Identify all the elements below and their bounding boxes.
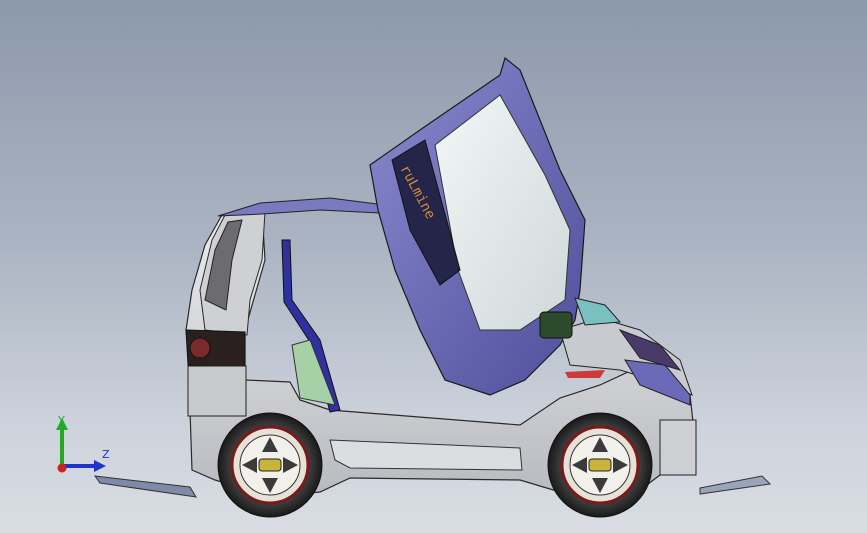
- side-indicator: [565, 370, 605, 378]
- y-axis-label: Y: [57, 414, 65, 427]
- z-axis-arrow: [94, 460, 106, 472]
- rear-bumper: [187, 365, 247, 417]
- z-axis-label: Z: [102, 448, 110, 461]
- windshield: [574, 297, 622, 326]
- cad-graphics-viewport[interactable]: ruLmine Y Z: [0, 0, 867, 533]
- side-mirror: [539, 311, 573, 339]
- front-bumper: [659, 419, 697, 476]
- front-wheel: [547, 412, 653, 518]
- tail-lamp: [189, 337, 211, 359]
- x-axis-origin: [57, 463, 67, 473]
- front-skid-plate: [699, 475, 772, 495]
- roof-rail: [217, 197, 386, 217]
- coordinate-triad: Y Z: [56, 414, 110, 473]
- rear-wheel: [217, 412, 323, 518]
- car-3d-model[interactable]: ruLmine: [0, 0, 867, 533]
